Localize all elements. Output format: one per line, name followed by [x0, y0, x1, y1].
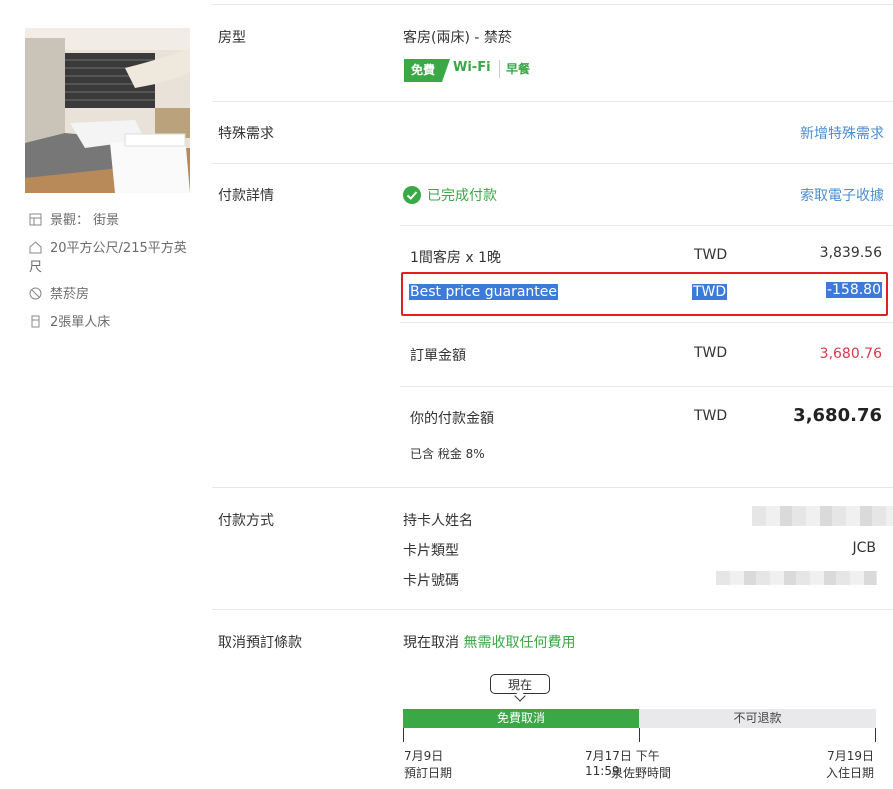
- card-number-label: 卡片號碼: [403, 573, 459, 589]
- area-icon: [29, 241, 42, 254]
- bed-icon: [29, 315, 42, 328]
- amenity-bed: 2張單人床: [29, 313, 110, 332]
- card-number-redacted: [716, 571, 877, 585]
- room-type-label: 房型: [218, 30, 246, 46]
- line-amount: 3,839.56: [819, 245, 882, 261]
- divider: [212, 609, 893, 610]
- tag-separator: [499, 60, 500, 78]
- tax-note: 已含 稅金 8%: [410, 447, 485, 461]
- free-tag: 免費: [404, 59, 443, 82]
- timeline-tick: [403, 728, 404, 742]
- room-name: 客房(兩床) - 禁菸: [403, 30, 512, 46]
- free-tag-notch: [442, 59, 450, 82]
- special-request-label: 特殊需求: [218, 126, 274, 142]
- booking-date-label: 預訂日期: [404, 766, 453, 780]
- check-circle-icon: [403, 186, 421, 204]
- card-type-value: JCB: [852, 540, 876, 556]
- paid-amount-value: 3,680.76: [793, 405, 882, 426]
- nonrefundable-segment: 不可退款: [639, 709, 876, 728]
- divider: [212, 4, 893, 5]
- timeline-tick: [639, 728, 640, 742]
- divider: [212, 101, 893, 102]
- wifi-tag: Wi-Fi: [453, 60, 491, 75]
- order-total-label: 訂單金額: [410, 348, 466, 364]
- cancellation-label: 取消預訂條款: [218, 635, 302, 651]
- divider: [400, 386, 893, 387]
- order-total-currency: TWD: [694, 345, 728, 361]
- line-currency: TWD: [694, 247, 728, 263]
- booking-date: 7月9日: [404, 749, 444, 763]
- checkin-date: 7月19日: [827, 749, 874, 763]
- discount-currency: TWD: [692, 284, 728, 300]
- amenity-area: 20平方公尺/215平方英尺: [29, 241, 187, 275]
- room-photo[interactable]: [25, 28, 190, 193]
- view-icon: [29, 213, 42, 226]
- divider: [212, 487, 893, 488]
- amenity-view: 景觀： 街景: [29, 211, 119, 230]
- free-cancel-segment: 免費取消: [403, 709, 639, 728]
- discount-desc: Best price guarantee: [409, 284, 559, 300]
- paid-amount-label: 你的付款金額: [410, 411, 494, 427]
- amenity-smoking: 禁菸房: [29, 285, 89, 304]
- paid-amount-currency: TWD: [694, 408, 728, 424]
- divider: [400, 225, 893, 226]
- divider: [400, 322, 893, 323]
- payment-status: 已完成付款: [403, 185, 497, 205]
- checkin-date-label: 入住日期: [825, 766, 874, 780]
- no-smoking-icon: [29, 287, 42, 300]
- request-receipt-link[interactable]: 索取電子收據: [800, 185, 884, 205]
- card-type-label: 卡片類型: [403, 543, 459, 559]
- timeline-tick: [875, 728, 876, 742]
- payment-method-label: 付款方式: [218, 513, 274, 529]
- divider: [212, 163, 893, 164]
- cancellation-summary: 現在取消 無需收取任何費用: [403, 635, 576, 651]
- payment-details-label: 付款詳情: [218, 188, 274, 204]
- deadline-timezone: 泉佐野時間: [611, 766, 672, 780]
- card-holder-redacted: [752, 506, 893, 526]
- card-holder-label: 持卡人姓名: [403, 513, 473, 529]
- add-special-request-link[interactable]: 新增特殊需求: [800, 123, 884, 143]
- line-desc: 1間客房 x 1晚: [410, 250, 501, 266]
- discount-amount: -158.80: [825, 282, 882, 298]
- order-total-amount: 3,680.76: [819, 346, 882, 362]
- breakfast-tag: 早餐: [506, 62, 531, 76]
